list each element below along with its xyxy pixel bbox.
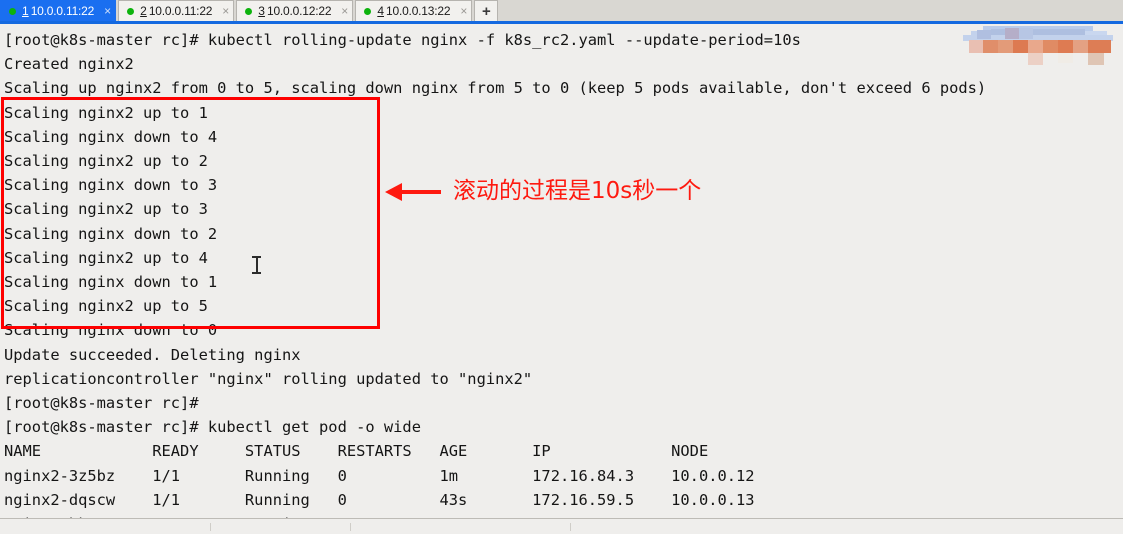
terminal-output-pane[interactable]: [root@k8s-master rc]# kubectl rolling-up… xyxy=(0,27,1123,518)
connection-status-dot-icon xyxy=(9,7,16,15)
terminal-text: [root@k8s-master rc]# kubectl rolling-up… xyxy=(4,31,987,518)
tab-number: 2 xyxy=(140,4,147,18)
tab-number: 4 xyxy=(377,4,384,18)
tab-host-label: 10.0.0.13:22 xyxy=(386,4,451,18)
terminal-window: 1 10.0.0.11:22 × 2 10.0.0.11:22 × 3 10.0… xyxy=(0,0,1123,534)
close-icon[interactable]: × xyxy=(331,5,348,17)
tab-host-label: 10.0.0.11:22 xyxy=(148,4,213,18)
tab-host-label: 10.0.0.11:22 xyxy=(30,4,95,18)
connection-status-dot-icon xyxy=(245,7,253,15)
new-tab-button[interactable]: + xyxy=(474,0,499,21)
connection-status-dot-icon xyxy=(127,7,135,15)
close-icon[interactable]: × xyxy=(94,5,111,17)
close-icon[interactable]: × xyxy=(450,5,467,17)
tab-number: 3 xyxy=(258,4,265,18)
tab-2[interactable]: 2 10.0.0.11:22 × xyxy=(118,0,235,21)
status-bar xyxy=(0,518,1123,534)
tab-1[interactable]: 1 10.0.0.11:22 × xyxy=(0,0,117,21)
tab-number: 1 xyxy=(22,4,29,18)
close-icon[interactable]: × xyxy=(212,5,229,17)
tab-4[interactable]: 4 10.0.0.13:22 × xyxy=(355,0,473,21)
tab-3[interactable]: 3 10.0.0.12:22 × xyxy=(236,0,354,21)
tab-bar: 1 10.0.0.11:22 × 2 10.0.0.11:22 × 3 10.0… xyxy=(0,0,1123,24)
tab-host-label: 10.0.0.12:22 xyxy=(266,4,332,18)
connection-status-dot-icon xyxy=(364,7,372,15)
